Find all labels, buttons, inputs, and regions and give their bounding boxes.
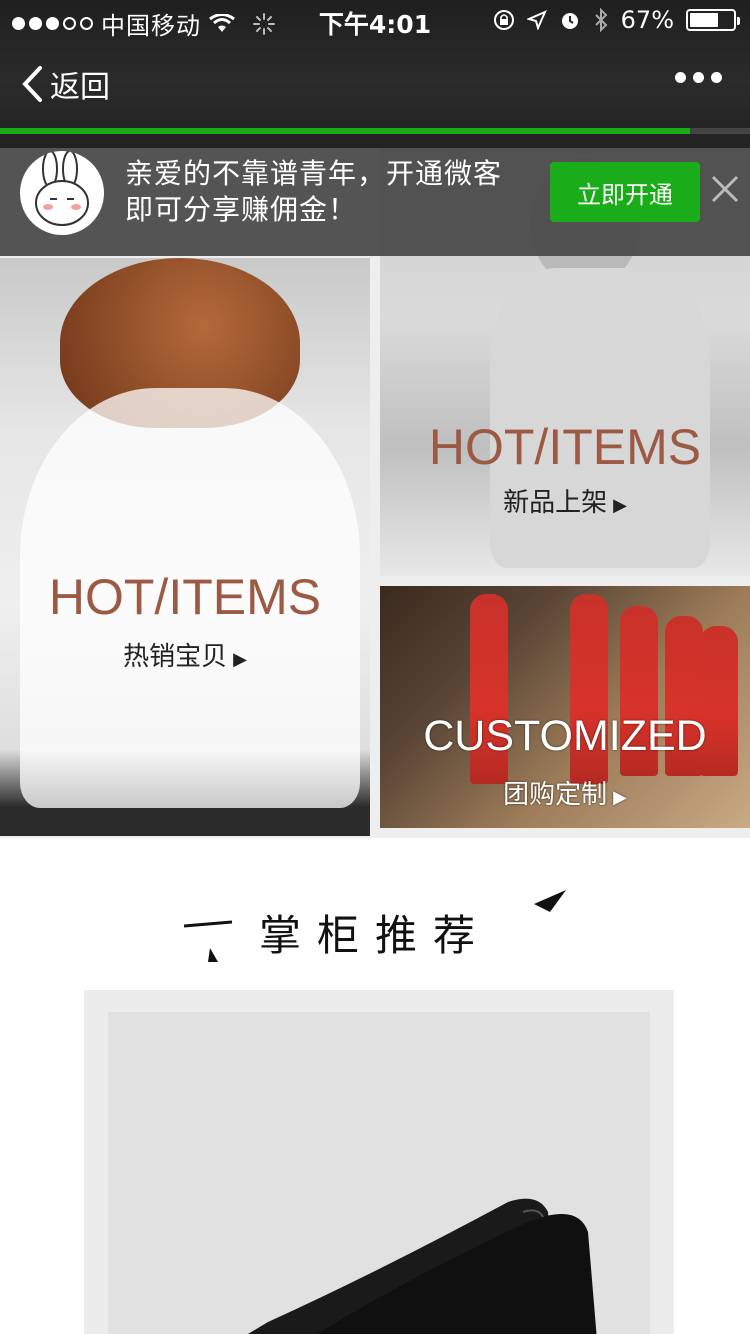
tile-heading: CUSTOMIZED bbox=[423, 712, 707, 760]
top-bar: 中国移动 下午4:01 67% 返回 bbox=[0, 0, 750, 148]
wechat-promo-banner: 亲爱的不靠谱青年，开通微客 即可分享赚佣金！ 立即开通 bbox=[0, 148, 750, 256]
tile-heading: HOT/ITEMS bbox=[428, 419, 702, 475]
hot-sales-tile[interactable]: HOT/ITEMS 热销宝贝 ▶ bbox=[0, 258, 370, 836]
section-title: 掌柜推荐 bbox=[258, 911, 491, 960]
rabbit-mascot-avatar bbox=[20, 151, 104, 235]
product-frame[interactable] bbox=[84, 990, 674, 1334]
play-triangle-icon: ▶ bbox=[613, 495, 627, 516]
more-menu-button[interactable] bbox=[675, 72, 722, 83]
status-bar: 中国移动 下午4:01 67% bbox=[0, 0, 750, 40]
recommend-section: 掌柜推荐 bbox=[0, 866, 750, 1334]
play-triangle-icon: ▶ bbox=[233, 649, 247, 670]
battery-percent: 67% bbox=[620, 6, 674, 34]
page-load-progress bbox=[0, 128, 750, 134]
tile-label: 团购定制 ▶ bbox=[503, 780, 627, 810]
play-triangle-icon: ▶ bbox=[613, 787, 627, 808]
banner-message-line2: 即可分享赚佣金！ bbox=[125, 193, 358, 226]
black-shoe-image bbox=[248, 1198, 597, 1334]
decorative-triangle-icon bbox=[534, 890, 566, 912]
alarm-icon bbox=[561, 13, 578, 29]
chevron-left-icon bbox=[22, 66, 42, 102]
tile-heading: HOT/ITEMS bbox=[48, 569, 322, 625]
bluetooth-icon bbox=[594, 8, 608, 32]
back-button[interactable]: 返回 bbox=[20, 62, 110, 106]
close-icon[interactable] bbox=[708, 172, 742, 206]
product-image bbox=[108, 1012, 650, 1334]
group-custom-tile[interactable]: CUSTOMIZED 团购定制 ▶ bbox=[380, 586, 750, 828]
more-dots-icon bbox=[675, 72, 686, 83]
battery-icon bbox=[686, 9, 740, 31]
location-arrow-icon bbox=[526, 10, 547, 30]
tile-label: 热销宝贝 ▶ bbox=[123, 642, 247, 672]
tile-label: 新品上架 ▶ bbox=[503, 488, 627, 518]
back-label: 返回 bbox=[50, 70, 110, 105]
rotation-lock-icon bbox=[493, 10, 514, 30]
nav-bar: 返回 bbox=[0, 50, 750, 120]
status-right: 67% bbox=[493, 6, 740, 34]
banner-message: 亲爱的不靠谱青年，开通微客 即可分享赚佣金！ bbox=[125, 156, 502, 228]
banner-message-line1: 亲爱的不靠谱青年，开通微客 bbox=[125, 157, 503, 190]
open-now-button[interactable]: 立即开通 bbox=[550, 162, 700, 222]
